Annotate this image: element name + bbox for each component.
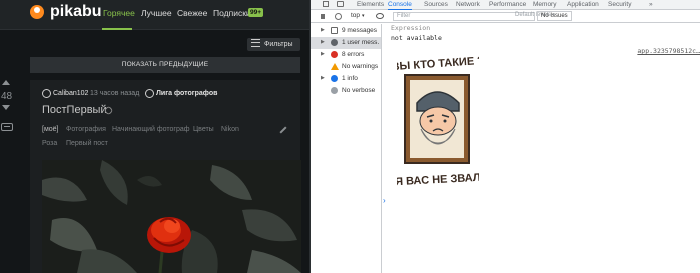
post-photo[interactable] <box>42 160 301 273</box>
sidebar-item-label: No warnings <box>342 63 379 70</box>
nav-best[interactable]: Лучшее <box>141 8 172 18</box>
vote-down-icon[interactable] <box>2 105 10 110</box>
verbose-icon <box>331 87 338 94</box>
console-filter-input[interactable]: Filter <box>393 12 535 21</box>
filters-label: Фильтры <box>264 40 293 48</box>
tab-sources[interactable]: Sources <box>424 0 448 9</box>
edit-tags-icon[interactable] <box>279 126 287 134</box>
tag-nikon[interactable]: Nikon <box>221 126 239 133</box>
rating-count: 48 <box>1 91 13 102</box>
pikabu-logo-icon[interactable] <box>30 5 44 19</box>
warning-icon <box>331 63 339 70</box>
console-sidebar: ▶ 9 messages ▶ 1 user mess… ▶ 8 errors No w… <box>311 24 382 273</box>
author-avatar-icon[interactable] <box>42 89 51 98</box>
tab-elements[interactable]: Elements <box>357 0 384 9</box>
expand-arrow-icon: ▶ <box>321 27 325 33</box>
tab-memory[interactable]: Memory <box>533 0 556 9</box>
tab-performance[interactable]: Performance <box>489 0 526 9</box>
console-toolbar: top Filter Default levels No Issues <box>311 10 700 23</box>
sidebar-item-label: 1 info <box>342 75 358 82</box>
clear-console-icon[interactable] <box>335 13 342 20</box>
error-icon <box>331 51 338 58</box>
tag-flowers[interactable]: Цветы <box>193 126 214 133</box>
rose-photo-image <box>42 160 301 273</box>
pikabu-header: pikabu Горячее Лучшее Свежее Подписки 99… <box>0 0 309 30</box>
post-menu-icon[interactable] <box>1 123 13 131</box>
svg-text:Я ВАС НЕ ЗВАЛ: Я ВАС НЕ ЗВАЛ <box>397 172 479 188</box>
community-icon[interactable] <box>145 89 154 98</box>
nav-active-underline <box>102 28 132 30</box>
inspect-element-icon[interactable] <box>323 1 329 7</box>
sticker-image[interactable]: ВЫ КТО ТАКИЕ ? Я ВАС НЕ ЗВАЛ <box>397 51 479 195</box>
sidebar-item-label: No verbose <box>342 87 376 94</box>
sidebar-item-label: 1 user mess… <box>342 39 380 46</box>
sidebar-item-messages[interactable]: ▶ 9 messages <box>311 25 381 37</box>
expand-arrow-icon: ▶ <box>321 39 325 45</box>
post-title[interactable]: ПостПервый <box>42 104 107 116</box>
messages-icon <box>331 27 338 34</box>
expand-arrow-icon: ▶ <box>321 51 325 57</box>
vote-up-icon[interactable] <box>2 80 10 85</box>
live-expression[interactable]: Expression <box>383 24 700 32</box>
post-time: 13 часов назад <box>90 90 140 97</box>
context-select[interactable]: top <box>351 12 365 19</box>
devtools-tabs: Elements Console Sources Network Perform… <box>311 0 700 10</box>
sidebar-item-label: 9 messages <box>342 27 378 34</box>
device-toolbar-icon[interactable] <box>337 1 344 7</box>
tab-console[interactable]: Console <box>388 0 412 10</box>
console-output: Expression not available app.3235798512c… <box>383 24 700 273</box>
eye-icon[interactable] <box>376 13 384 19</box>
sidebar-item-label: 8 errors <box>342 51 365 58</box>
post-card: Caliban102 13 часов назад Лига фотографо… <box>30 80 301 273</box>
nav-subscriptions[interactable]: Подписки <box>213 8 251 18</box>
sticker-top-text: ВЫ КТО ТАКИЕ ? <box>397 55 479 73</box>
subscriptions-badge: 99+ <box>248 8 264 17</box>
console-prompt[interactable]: › <box>383 196 386 205</box>
filter-icon <box>251 39 260 47</box>
filters-button[interactable]: Фильтры <box>247 38 300 51</box>
tab-security[interactable]: Security <box>608 0 631 9</box>
post-community[interactable]: Лига фотографов <box>156 90 217 97</box>
tag-rose[interactable]: Роза <box>42 140 57 147</box>
nav-hot[interactable]: Горячее <box>103 8 135 18</box>
sidebar-item-warnings[interactable]: No warnings <box>311 61 381 73</box>
tag-first-post[interactable]: Первый пост <box>66 140 108 147</box>
sidebar-item-user-messages[interactable]: ▶ 1 user mess… <box>311 37 381 49</box>
expression-value: not available <box>391 34 442 42</box>
tab-application[interactable]: Application <box>567 0 599 9</box>
more-tabs-icon[interactable]: » <box>649 0 653 9</box>
source-link[interactable]: app.3235798512c… <box>637 47 700 55</box>
sticker-bottom-text: Я ВАС НЕ ЗВАЛ <box>397 172 479 188</box>
svg-text:ВЫ КТО ТАКИЕ ?: ВЫ КТО ТАКИЕ ? <box>397 55 479 73</box>
no-issues-button[interactable]: No Issues <box>537 11 572 21</box>
sidebar-item-verbose[interactable]: No verbose <box>311 85 381 97</box>
tab-network[interactable]: Network <box>456 0 480 9</box>
post-author[interactable]: Caliban102 <box>53 90 88 97</box>
user-icon <box>331 39 338 46</box>
pikabu-logo-text[interactable]: pikabu <box>50 3 102 21</box>
sidebar-item-info[interactable]: ▶ 1 info <box>311 73 381 85</box>
expand-arrow-icon: ▶ <box>321 75 325 81</box>
tag-photography[interactable]: Фотография <box>66 126 106 133</box>
sidebar-toggle-icon[interactable] <box>321 14 326 19</box>
devtools-panel: Elements Console Sources Network Perform… <box>311 0 700 273</box>
expression-label: Expression <box>391 24 431 32</box>
info-icon <box>331 75 338 82</box>
nav-fresh[interactable]: Свежее <box>177 8 207 18</box>
sidebar-item-errors[interactable]: ▶ 8 errors <box>311 49 381 61</box>
tag-beginner-photographer[interactable]: Начинающий фотограф <box>112 126 190 133</box>
pikabu-page: pikabu Горячее Лучшее Свежее Подписки 99… <box>0 0 309 273</box>
show-previous-button[interactable]: ПОКАЗАТЬ ПРЕДЫДУЩИЕ <box>30 57 300 73</box>
tag-mine[interactable]: [моё] <box>42 126 59 133</box>
